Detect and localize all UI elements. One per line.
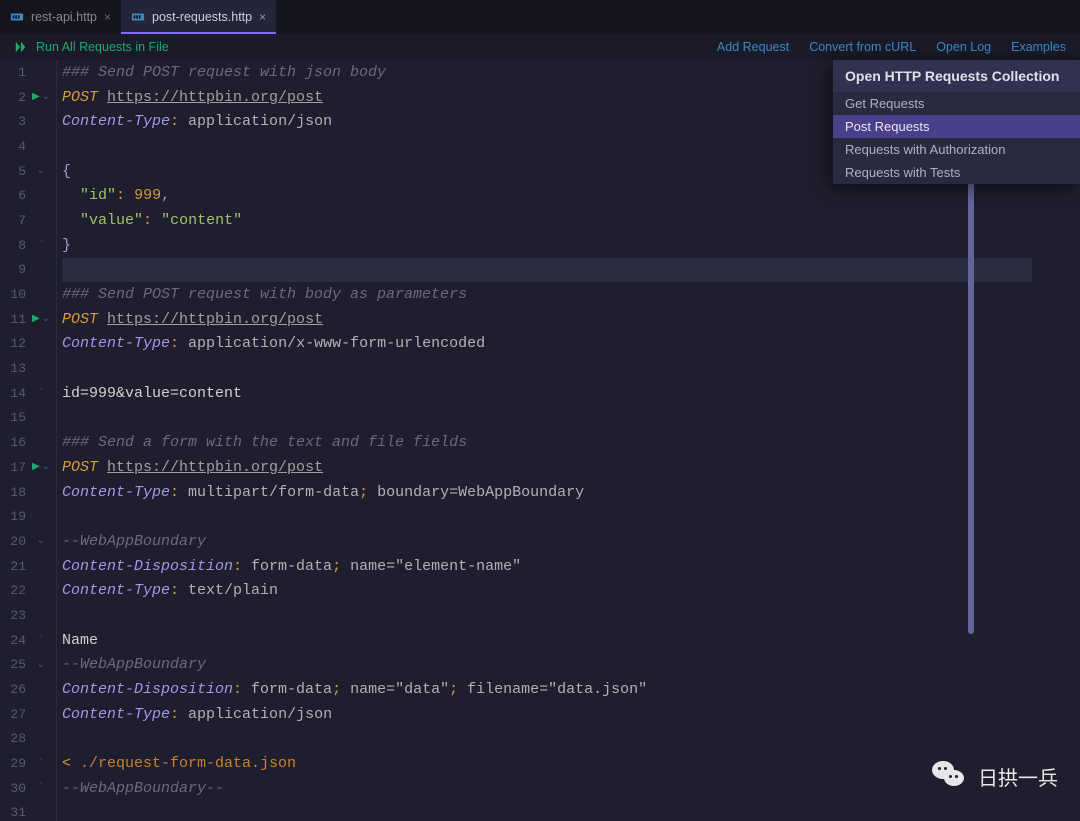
line-number: 2 (0, 90, 26, 105)
line-number: 20 (0, 534, 26, 549)
code-line[interactable]: < ./request-form-data.json (62, 751, 1032, 776)
fold-end-icon: ⌃ (37, 634, 45, 646)
popup-title: Open HTTP Requests Collection (833, 60, 1080, 92)
examples-button[interactable]: Examples (1011, 40, 1066, 54)
fold-end-icon: ⌃ (37, 387, 45, 399)
fold-icon[interactable]: ⌄ (42, 91, 50, 103)
code-line[interactable]: Content-Type: text/plain (62, 578, 1032, 603)
fold-icon[interactable]: ⌄ (37, 535, 45, 547)
code-line[interactable] (62, 727, 1032, 752)
fold-end-icon: ⌃ (37, 239, 45, 251)
line-number: 29 (0, 756, 26, 771)
code-line[interactable]: Content-Type: multipart/form-data; bound… (62, 480, 1032, 505)
code-line[interactable]: --WebAppBoundary (62, 653, 1032, 678)
line-number: 6 (0, 188, 26, 203)
wechat-watermark: 日拱一兵 (932, 761, 1058, 791)
code-line[interactable]: } (62, 233, 1032, 258)
line-number: 19 (0, 509, 26, 524)
tab-rest-api[interactable]: rest-api.http × (0, 0, 121, 34)
code-line[interactable]: id=999&value=content (62, 381, 1032, 406)
wechat-icon (932, 761, 968, 791)
line-number: 3 (0, 114, 26, 129)
popup-item[interactable]: Requests with Authorization (833, 138, 1080, 161)
code-line[interactable]: --WebAppBoundary-- (62, 776, 1032, 801)
code-line[interactable]: Name (62, 628, 1032, 653)
tab-bar: rest-api.http × post-requests.http × (0, 0, 1080, 34)
line-number: 31 (0, 805, 26, 820)
http-toolbar: Run All Requests in File Add Request Con… (0, 34, 1080, 60)
line-number: 24 (0, 633, 26, 648)
http-file-icon (131, 10, 145, 24)
run-all-button[interactable]: Run All Requests in File (14, 40, 169, 54)
line-number: 21 (0, 559, 26, 574)
fold-end-icon: ⌃ (37, 782, 45, 794)
line-number: 26 (0, 682, 26, 697)
line-number: 15 (0, 410, 26, 425)
code-line[interactable] (62, 356, 1032, 381)
fold-icon[interactable]: ⌄ (37, 659, 45, 671)
open-log-button[interactable]: Open Log (936, 40, 991, 54)
tab-label: rest-api.http (31, 10, 97, 24)
add-request-button[interactable]: Add Request (717, 40, 789, 54)
line-number: 23 (0, 608, 26, 623)
popup-item[interactable]: Post Requests (833, 115, 1080, 138)
line-number: 12 (0, 336, 26, 351)
code-line[interactable] (62, 603, 1032, 628)
code-line[interactable]: Content-Type: application/json (62, 702, 1032, 727)
code-line[interactable]: --WebAppBoundary (62, 529, 1032, 554)
watermark-text: 日拱一兵 (978, 762, 1058, 791)
fold-end-icon: ⌃ (37, 758, 45, 770)
code-line[interactable]: Content-Disposition: form-data; name="da… (62, 677, 1032, 702)
code-line[interactable]: ### Send POST request with body as param… (62, 282, 1032, 307)
code-line[interactable] (62, 504, 1032, 529)
code-line[interactable]: POST https://httpbin.org/post (62, 455, 1032, 480)
code-line[interactable] (62, 258, 1032, 283)
line-number: 25 (0, 657, 26, 672)
line-number: 4 (0, 139, 26, 154)
line-number: 14 (0, 386, 26, 401)
line-number: 13 (0, 361, 26, 376)
close-icon[interactable]: × (104, 10, 111, 24)
line-number: 9 (0, 262, 26, 277)
code-line[interactable]: "id": 999, (62, 183, 1032, 208)
code-line[interactable]: Content-Type: application/x-www-form-url… (62, 332, 1032, 357)
double-play-icon (14, 40, 28, 54)
run-gutter-icon[interactable]: ▶ (32, 313, 40, 325)
run-all-label: Run All Requests in File (36, 40, 169, 54)
line-number: 10 (0, 287, 26, 302)
line-number: 30 (0, 781, 26, 796)
line-number: 16 (0, 435, 26, 450)
line-number: 8 (0, 238, 26, 253)
examples-popup: Open HTTP Requests Collection Get Reques… (833, 60, 1080, 184)
code-line[interactable] (62, 801, 1032, 821)
tab-label: post-requests.http (152, 10, 252, 24)
line-number: 1 (0, 65, 26, 80)
line-number: 18 (0, 485, 26, 500)
http-file-icon (10, 10, 24, 24)
popup-item[interactable]: Get Requests (833, 92, 1080, 115)
line-number: 17 (0, 460, 26, 475)
fold-icon[interactable]: ⌄ (42, 461, 50, 473)
close-icon[interactable]: × (259, 10, 266, 24)
line-number: 27 (0, 707, 26, 722)
run-gutter-icon[interactable]: ▶ (32, 461, 40, 473)
run-gutter-icon[interactable]: ▶ (32, 91, 40, 103)
code-line[interactable]: POST https://httpbin.org/post (62, 307, 1032, 332)
code-line[interactable]: ### Send a form with the text and file f… (62, 430, 1032, 455)
gutter: 12▶⌄345⌄678⌃91011▶⌄121314⌃151617▶⌄181920… (0, 60, 56, 821)
line-number: 28 (0, 731, 26, 746)
line-number: 11 (0, 312, 26, 327)
code-line[interactable]: "value": "content" (62, 208, 1032, 233)
line-number: 22 (0, 583, 26, 598)
code-line[interactable]: Content-Disposition: form-data; name="el… (62, 554, 1032, 579)
fold-icon[interactable]: ⌄ (37, 165, 45, 177)
fold-icon[interactable]: ⌄ (42, 313, 50, 325)
line-number: 7 (0, 213, 26, 228)
tab-post-requests[interactable]: post-requests.http × (121, 0, 276, 34)
line-number: 5 (0, 164, 26, 179)
code-line[interactable] (62, 406, 1032, 431)
convert-curl-button[interactable]: Convert from cURL (809, 40, 916, 54)
popup-item[interactable]: Requests with Tests (833, 161, 1080, 184)
